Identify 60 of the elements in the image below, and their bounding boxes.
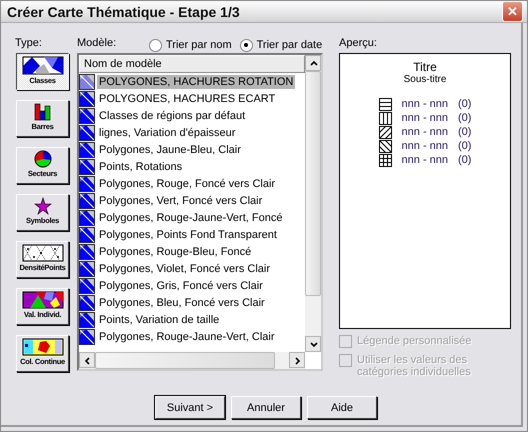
model-item[interactable]: Polygones, Rouge-Bleu, Foncé (97, 244, 254, 258)
model-item[interactable]: Polygones, Rouge, Foncé vers Clair (97, 176, 278, 190)
model-item[interactable]: Polygones, Jaune-Bleu, Clair (97, 142, 243, 156)
hatch-pattern-icon (378, 112, 392, 124)
model-item[interactable]: Points, Variation de taille (97, 312, 222, 326)
legend-count: (0) (458, 126, 472, 138)
legend-count: (0) (458, 154, 472, 166)
model-item[interactable]: lignes, Variation d'épaisseur (97, 126, 238, 140)
heat-map-icon (22, 338, 64, 356)
legend-range: nnn - nnn (402, 154, 448, 166)
legend-range: nnn - nnn (402, 126, 448, 138)
map-icon (22, 56, 64, 75)
model-item[interactable]: Polygones, Vert, Foncé vers Clair (97, 194, 264, 208)
dialog-button[interactable]: Annuler (231, 396, 301, 419)
model-item[interactable]: Classes de régions par défaut (97, 108, 248, 122)
scroll-up-button[interactable] (305, 55, 321, 71)
column-header[interactable]: Nom de modèle (79, 55, 305, 73)
model-item[interactable]: Polygones, Rouge-Jaune-Vert, Foncé (97, 210, 284, 224)
legend-count: (0) (458, 98, 472, 110)
preview-subtitle: Sous-titre (404, 74, 446, 85)
star-icon (34, 197, 52, 215)
legend-range: nnn - nnn (402, 140, 448, 152)
horizontal-scrollbar[interactable] (79, 352, 305, 369)
legend-count: (0) (458, 112, 472, 124)
legend-range: nnn - nnn (402, 98, 448, 110)
hatch-pattern-icon (378, 154, 392, 166)
legend-range: nnn - nnn (402, 112, 448, 124)
scroll-right-button[interactable] (289, 352, 305, 368)
scroll-thumb[interactable] (95, 352, 275, 369)
model-item[interactable]: Polygones, Violet, Foncé vers Clair (97, 262, 272, 276)
dot-density-icon (22, 244, 64, 262)
dialog-button[interactable]: Suivant > (155, 396, 225, 419)
scroll-thumb[interactable] (305, 71, 321, 296)
legend-count: (0) (458, 140, 472, 152)
radio-button[interactable] (149, 38, 162, 52)
hatch-pattern-icon (378, 98, 392, 110)
dialog-button[interactable]: Aide (307, 396, 377, 419)
bar-chart-icon (34, 103, 52, 121)
model-item[interactable]: POLYGONES, HACHURES ROTATION (97, 74, 296, 88)
model-label: Modèle: (77, 37, 118, 51)
pie-chart-icon (34, 150, 52, 168)
preview-label: Aperçu: (339, 37, 378, 51)
preview-title: Titre (413, 60, 437, 74)
region-map-icon (22, 291, 64, 309)
model-item[interactable]: Polygones, Rouge-Jaune-Vert, Clair (97, 330, 276, 344)
radio-label[interactable]: Trier par nom (166, 39, 232, 51)
model-item[interactable]: Polygones, Bleu, Foncé vers Clair (97, 296, 267, 310)
model-item[interactable]: POLYGONES, HACHURES ECART (97, 92, 278, 106)
model-item[interactable]: Polygones, Points Fond Transparent (97, 228, 279, 242)
scroll-down-button[interactable] (305, 336, 321, 352)
radio-label[interactable]: Trier par date (256, 39, 322, 51)
hatch-pattern-icon (378, 140, 392, 152)
hatch-pattern-icon (378, 126, 392, 138)
radio-button[interactable] (240, 38, 253, 52)
model-item[interactable]: Points, Rotations (97, 160, 184, 174)
window-title: Créer Carte Thématique - Etape 1/3 (7, 4, 240, 20)
type-label: Type: (15, 37, 43, 51)
scroll-left-button[interactable] (79, 352, 95, 368)
model-item[interactable]: Polygones, Gris, Foncé vers Clair (97, 278, 265, 292)
vertical-scrollbar[interactable] (305, 55, 321, 352)
